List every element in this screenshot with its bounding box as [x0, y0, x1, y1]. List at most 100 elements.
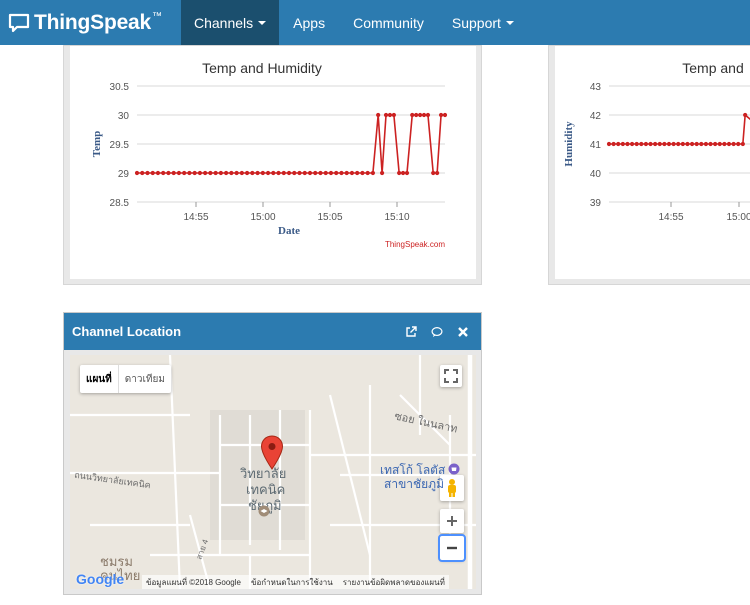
- data-point: [736, 141, 741, 147]
- x-tick-label: 14:55: [658, 212, 683, 223]
- data-point: [383, 112, 389, 118]
- map-attribution: ข้อมูลแผนที่ ©2018 Google ข้อกำหนดในการใ…: [142, 575, 449, 589]
- data-point: [224, 170, 229, 176]
- data-point: [421, 112, 427, 118]
- chart-panel-temp: Temp and Humidity 30.5 30 29.5 29 28.5 Temp 14:…: [63, 45, 482, 285]
- y-tick-label: 39: [590, 198, 602, 209]
- data-point: [176, 170, 182, 176]
- data-point: [234, 170, 239, 176]
- map-type-map[interactable]: แผนที่: [80, 365, 119, 393]
- data-point: [318, 170, 323, 176]
- data-point: [292, 170, 297, 176]
- data-point: [625, 141, 630, 147]
- nav-apps-label: Apps: [293, 14, 326, 31]
- pegman-icon: [448, 479, 456, 497]
- data-point: [313, 170, 318, 176]
- data-point: [676, 141, 681, 147]
- data-point: [250, 170, 255, 176]
- data-point: [208, 170, 213, 176]
- data-point: [671, 141, 676, 147]
- fullscreen-button[interactable]: [440, 365, 462, 387]
- data-point: [265, 170, 271, 176]
- data-point: [213, 170, 218, 176]
- data-point: [634, 141, 639, 147]
- data-point: [616, 141, 621, 147]
- y-tick-label: 40: [590, 169, 602, 180]
- data-point: [302, 170, 307, 176]
- data-point: [713, 141, 718, 147]
- external-link-icon[interactable]: [405, 325, 417, 338]
- close-icon[interactable]: [457, 326, 469, 338]
- data-point: [187, 170, 192, 176]
- x-tick-label: 14:55: [183, 212, 208, 223]
- plus-icon: [447, 516, 457, 526]
- data-point: [145, 170, 150, 176]
- data-point: [281, 170, 286, 176]
- brand-name: ThingSpeak: [34, 10, 152, 34]
- data-point: [387, 112, 393, 118]
- minus-icon: [447, 546, 457, 550]
- data-point: [197, 170, 203, 176]
- data-point: [731, 141, 736, 147]
- zoom-out-button[interactable]: [438, 534, 466, 562]
- channel-location-panel: Channel Location แผนที่ ดาวเทียม ซอย ในน…: [63, 312, 482, 595]
- x-tick-label: 15:00: [726, 212, 750, 223]
- data-point: [435, 170, 440, 176]
- data-point: [229, 170, 234, 176]
- brand-trademark: ™: [152, 11, 163, 22]
- data-point: [689, 141, 695, 147]
- data-point: [648, 141, 653, 147]
- nav-channels[interactable]: Channels: [181, 0, 280, 45]
- map-data-credit: ข้อมูลแผนที่ ©2018 Google: [146, 577, 241, 587]
- y-tick-label: 43: [590, 82, 602, 93]
- map-marker-icon[interactable]: [260, 435, 284, 471]
- data-point: [218, 170, 223, 176]
- speech-bubble-icon: [8, 13, 30, 32]
- data-point: [643, 141, 649, 147]
- data-point: [323, 170, 328, 176]
- data-point: [662, 141, 667, 147]
- data-point: [376, 112, 381, 118]
- google-logo: Google: [76, 571, 125, 587]
- nav-community[interactable]: Community: [339, 0, 438, 45]
- zoom-in-button[interactable]: [440, 509, 464, 533]
- data-point: [192, 170, 197, 176]
- chart-credit: ThingSpeak.com: [385, 240, 445, 249]
- x-tick-label: 15:05: [317, 212, 342, 223]
- data-point: [161, 170, 166, 176]
- data-point: [370, 170, 376, 176]
- data-point: [414, 112, 419, 118]
- data-point: [639, 141, 644, 147]
- google-map[interactable]: แผนที่ ดาวเทียม ซอย ในนลาท วิทยาลัย เทคน…: [70, 355, 476, 589]
- data-point: [743, 112, 748, 118]
- brand-logo[interactable]: ThingSpeak ™: [0, 0, 181, 45]
- caret-down-icon: [258, 20, 267, 25]
- label-tesco-2: สาขาชัยภูมิ: [384, 477, 444, 491]
- comment-icon[interactable]: [431, 326, 443, 338]
- location-header: Channel Location: [64, 313, 481, 350]
- data-point: [182, 170, 187, 176]
- series-line: [609, 113, 750, 145]
- map-report-link[interactable]: รายงานข้อผิดพลาดของแผนที่: [343, 576, 445, 589]
- data-point: [171, 170, 176, 176]
- data-point: [417, 112, 423, 118]
- data-point: [680, 141, 685, 147]
- y-tick-label: 42: [590, 111, 602, 122]
- nav-apps[interactable]: Apps: [279, 0, 339, 45]
- data-point: [397, 170, 402, 176]
- data-point: [286, 170, 292, 176]
- humidity-chart: Temp and 43 42 41 40 39 Humidity 14:55 15:00: [563, 60, 750, 223]
- nav-support[interactable]: Support: [438, 0, 528, 45]
- data-point: [740, 141, 745, 147]
- map-terms-link[interactable]: ข้อกำหนดในการใช้งาน: [251, 576, 333, 589]
- data-point: [685, 141, 690, 147]
- data-point: [657, 141, 662, 147]
- data-point: [276, 170, 281, 176]
- chart-title: Temp and: [682, 60, 743, 76]
- y-axis-label: Humidity: [563, 121, 575, 167]
- map-type-satellite[interactable]: ดาวเทียม: [119, 365, 171, 393]
- nav-community-label: Community: [353, 14, 424, 31]
- map-type-control[interactable]: แผนที่ ดาวเทียม: [80, 365, 171, 393]
- data-point: [620, 141, 625, 147]
- x-tick-label: 15:10: [384, 212, 409, 223]
